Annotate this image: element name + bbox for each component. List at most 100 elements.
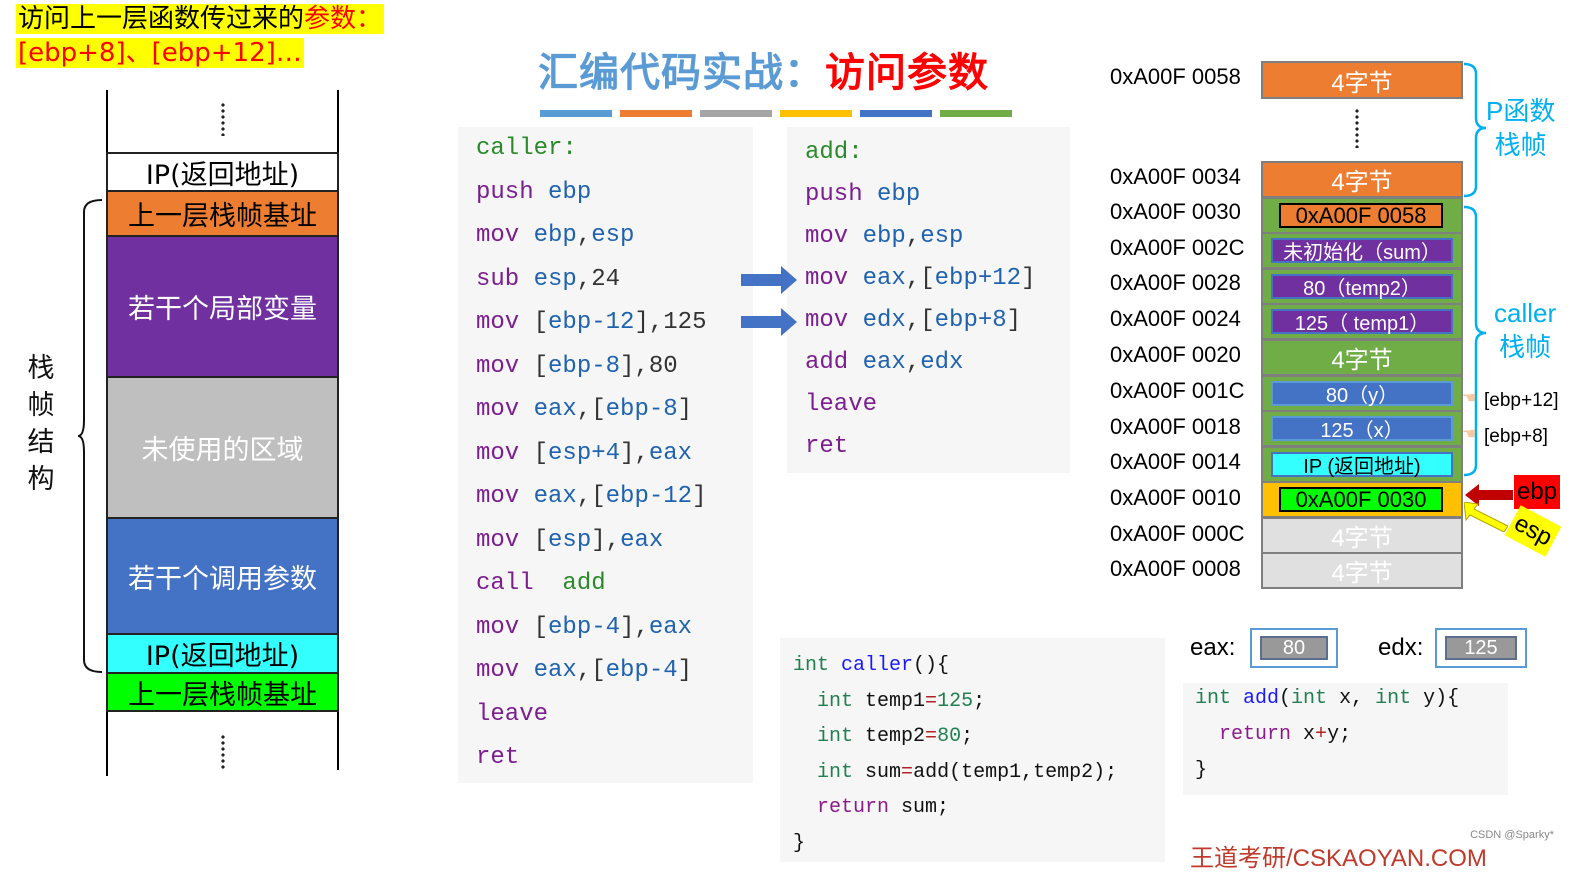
asm-line: ret (805, 433, 848, 460)
memory-cell-value: 80（temp2） (1271, 274, 1453, 300)
asm-operand: esp (548, 526, 592, 554)
asm-opcode: leave (805, 391, 878, 418)
asm-operand: esp (533, 265, 577, 293)
title-prefix: 汇编代码实战： (538, 50, 825, 96)
c-token: sum; (901, 796, 950, 819)
memory-address: 0xA00F 0028 (1110, 270, 1241, 295)
asm-line: leave (476, 701, 548, 728)
stack-cell: 若干个调用参数 (106, 517, 339, 635)
memory-cell-value: 0xA00F 0030 (1279, 487, 1443, 512)
c-source-line: int temp2=80; (793, 725, 973, 748)
asm-operand: ebp-12 (548, 309, 635, 336)
stack-frame-brace (78, 199, 103, 673)
c-token: int (817, 760, 866, 784)
c-token: y){ (1423, 687, 1460, 710)
c-token: 80 (937, 725, 962, 748)
title-color-bar (540, 110, 612, 117)
asm-line: push ebp (476, 179, 591, 206)
ellipsis-top (220, 102, 225, 136)
memory-cell: 4字节 (1261, 552, 1463, 589)
memory-cell-value: 未初始化（sum） (1271, 238, 1453, 264)
stack-cell: IP(返回地址) (106, 152, 339, 192)
asm-operand: 125 (663, 309, 707, 336)
asm-opcode: mov (805, 265, 849, 292)
memory-address: 0xA00F 000C (1110, 521, 1245, 546)
asm-operand: ], (620, 439, 649, 467)
caller-frame-label: caller 栈帧 (1494, 296, 1556, 364)
title-color-bar (860, 110, 932, 117)
asm-opcode: mov (476, 657, 520, 684)
c-token: 125 (937, 689, 974, 713)
esp-tag: esp (1504, 505, 1562, 557)
asm-opcode: mov (476, 222, 520, 249)
memory-address: 0xA00F 0010 (1110, 485, 1241, 510)
p-frame-label-line1: P函数 (1486, 96, 1556, 126)
asm-line: mov ebp,esp (476, 222, 634, 249)
asm-label: caller: (476, 135, 577, 162)
c-token: return (1219, 723, 1304, 746)
edx-value: 125 (1445, 636, 1517, 660)
asm-operand: ebp (877, 181, 921, 208)
c-token (793, 761, 817, 784)
asm-operand: [ (533, 613, 549, 641)
asm-operand: ], (620, 613, 649, 641)
memory-cell: 4字节 (1261, 339, 1463, 376)
asm-operand: 80 (648, 352, 678, 380)
asm-operand: esp (920, 223, 964, 250)
csdn-credit: CSDN @Sparky* (1470, 829, 1554, 841)
title-color-bar (940, 110, 1012, 117)
asm-operand: add (548, 570, 606, 597)
asm-operand: edx (920, 349, 964, 376)
asm-line: mov [ebp-12],125 (476, 309, 706, 336)
note-highlight: 参数： (304, 4, 383, 34)
asm-operand: ,[ (576, 396, 606, 423)
asm-operand: eax (648, 439, 693, 467)
c-source-line: } (793, 832, 805, 855)
asm-line: push ebp (805, 181, 920, 208)
note-offsets: [ebp+8]、[ebp+12]… (16, 38, 304, 68)
c-token: x (1303, 723, 1316, 746)
asm-line: mov eax,[ebp+12] (805, 265, 1035, 292)
asm-operand: [ (533, 526, 549, 554)
asm-line: mov edx,[ebp+8] (805, 307, 1021, 334)
asm-opcode: mov (476, 439, 520, 467)
c-source-line: int caller(){ (793, 654, 949, 677)
asm-line: call add (476, 570, 606, 597)
asm-operand: ,[ (576, 483, 606, 510)
memory-address: 0xA00F 0030 (1110, 199, 1241, 224)
asm-line: mov eax,[ebp-4] (476, 657, 692, 684)
c-token: int (1195, 687, 1244, 710)
asm-operand: , (576, 265, 592, 293)
slide-title: 汇编代码实战：访问参数 (538, 40, 989, 98)
c-token: add(temp1,temp2); (913, 760, 1118, 784)
memory-cell: 4字节 (1261, 61, 1463, 99)
c-token: } (1195, 759, 1208, 782)
asm-operand: eax (648, 613, 693, 641)
memory-cell-value: 80（y） (1271, 381, 1453, 407)
asm-line: mov [esp+4],eax (476, 440, 692, 467)
c-token: (){ (913, 654, 950, 677)
ebp-plus-8-ref: [ebp+8] (1484, 426, 1548, 447)
asm-opcode: push (805, 181, 863, 208)
asm-operand: ] (677, 396, 693, 423)
stack-frame-label-char: 帧 (27, 390, 55, 421)
asm-opcode: mov (805, 223, 849, 250)
asm-operand: eax (862, 265, 906, 292)
stack-cell: IP(返回地址) (106, 633, 339, 674)
memory-cell-value: IP (返回地址) (1271, 452, 1453, 478)
asm-opcode: ret (805, 433, 849, 460)
asm-opcode: add (805, 349, 849, 376)
asm-line: leave (805, 391, 877, 418)
asm-operand: ebp-8 (605, 396, 678, 423)
asm-operand: [ (533, 352, 549, 380)
stack-cell: 上一层栈帧基址 (106, 672, 339, 712)
asm-line: mov ebp,esp (805, 223, 963, 250)
memory-address: 0xA00F 0018 (1110, 414, 1241, 439)
c-source-line: int temp1=125; (793, 690, 985, 713)
add-c-source-panel: int add(int x, int y){ return x+y;} (1183, 683, 1508, 795)
pointing-hand-icon: ☚ (1462, 388, 1477, 407)
stack-cell: 上一层栈帧基址 (106, 190, 339, 237)
asm-operand: ebp (862, 223, 906, 250)
edx-label: edx: (1378, 634, 1424, 661)
memory-cell-value: 125（x） (1271, 416, 1453, 442)
